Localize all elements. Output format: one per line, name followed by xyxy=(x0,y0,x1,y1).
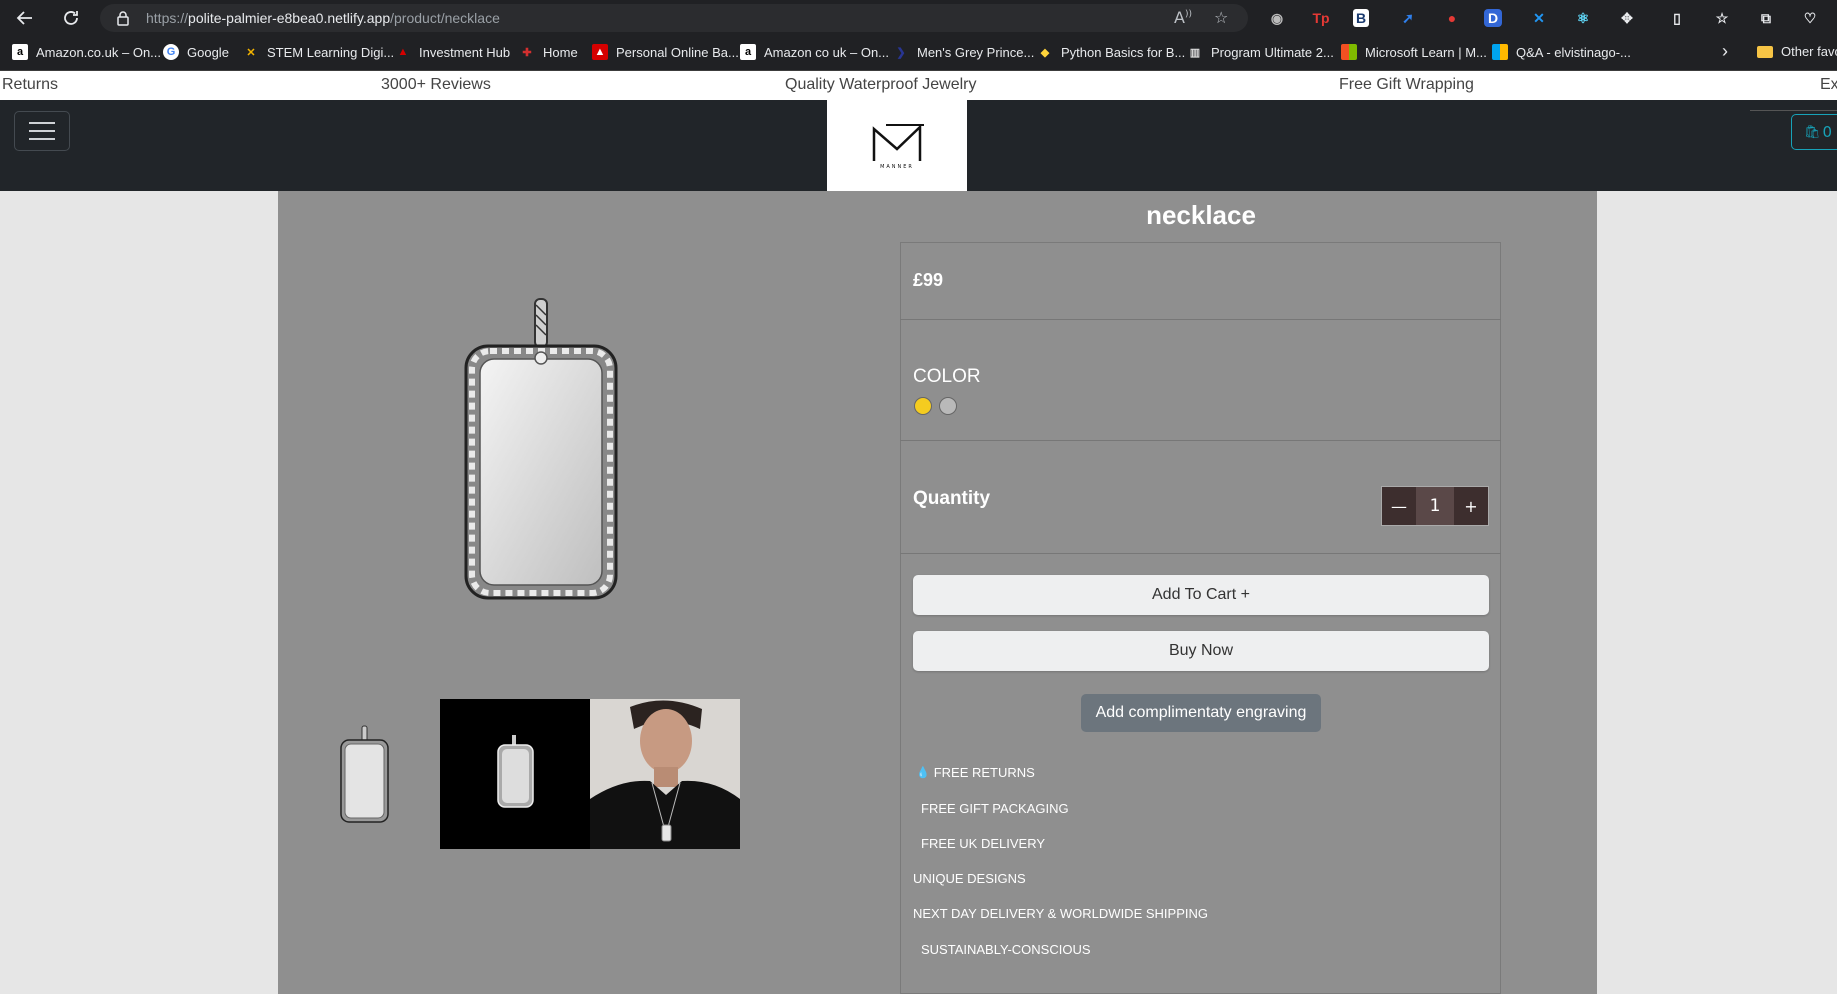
bookmark-program-ultimate[interactable]: ▥ Program Ultimate 2... xyxy=(1187,44,1334,60)
menu-toggle-button[interactable] xyxy=(14,111,70,151)
add-to-cart-button[interactable]: Add To Cart + xyxy=(913,575,1489,615)
bookmark-google[interactable]: G Google xyxy=(163,44,229,60)
browser-essentials-icon[interactable]: ♡ xyxy=(1798,6,1822,30)
product-thumbnail-1[interactable] xyxy=(325,720,405,830)
shop-icon: ❯ xyxy=(896,46,906,59)
cart-icon: 🛍 xyxy=(1804,124,1821,140)
bookmarks-overflow-chevron-icon[interactable]: › xyxy=(1722,41,1728,62)
bookmark-amazon[interactable]: a Amazon.co.uk – On... xyxy=(12,44,161,60)
microsoft-icon xyxy=(1492,44,1508,60)
color-swatch-gold[interactable] xyxy=(914,397,932,415)
droplet-icon: 💧 xyxy=(916,767,930,779)
product-thumbnail-model[interactable] xyxy=(590,699,740,849)
vscode-icon[interactable]: ✕ xyxy=(1527,6,1551,30)
buy-now-button[interactable]: Buy Now xyxy=(913,631,1489,671)
home-icon: ✚ xyxy=(522,46,532,59)
announce-reviews: 3000+ Reviews xyxy=(381,76,491,93)
address-bar[interactable]: https://polite-palmier-e8bea0.netlify.ap… xyxy=(100,4,1248,32)
feature-gift-packaging: FREE GIFT PACKAGING xyxy=(921,801,1069,816)
cart-button[interactable]: 🛍 0 xyxy=(1791,114,1837,150)
logo-text: MANNER xyxy=(880,164,914,170)
bookmark-qa[interactable]: Q&A - elvistinago-... xyxy=(1492,44,1631,60)
feature-free-returns: 💧 FREE RETURNS xyxy=(916,765,1035,780)
bookmarks-bar: a Amazon.co.uk – On... G Google ✕ STEM Lear… xyxy=(0,36,1837,71)
microsoft-icon xyxy=(1341,44,1357,60)
extension-tp-icon[interactable]: Tp xyxy=(1309,6,1333,30)
bookmark-python-basics[interactable]: ◆ Python Basics for B... xyxy=(1037,44,1186,60)
announce-returns: Returns xyxy=(2,76,59,93)
color-swatch-silver[interactable] xyxy=(939,397,957,415)
extension-icon[interactable]: B xyxy=(1353,9,1369,27)
quantity-stepper: — 1 + xyxy=(1381,486,1489,526)
react-icon[interactable]: ⚛ xyxy=(1571,6,1595,30)
announce-gift-wrapping: Free Gift Wrapping xyxy=(1339,76,1474,93)
feature-unique-designs: UNIQUE DESIGNS xyxy=(913,871,1026,886)
feature-next-day-delivery: NEXT DAY DELIVERY & WORLDWIDE SHIPPING xyxy=(913,906,1208,921)
feature-uk-delivery: FREE UK DELIVERY xyxy=(921,836,1046,851)
bookmark-home[interactable]: ✚ Home xyxy=(519,44,577,60)
announcement-bar: Returns 3000+ Reviews Quality Waterproof… xyxy=(0,71,1837,100)
folder-icon xyxy=(1757,45,1773,58)
product-title: necklace xyxy=(1146,200,1256,230)
extension-icon[interactable]: ◉ xyxy=(1265,6,1289,30)
url-text: https://polite-palmier-e8bea0.netlify.ap… xyxy=(146,10,500,26)
python-icon: ◆ xyxy=(1040,46,1050,59)
panel-divider xyxy=(900,440,1501,441)
bookmark-other-favorites[interactable]: Other favo xyxy=(1757,44,1837,59)
announce-waterproof: Quality Waterproof Jewelry xyxy=(785,76,977,93)
extension-d-icon[interactable]: D xyxy=(1484,9,1502,27)
favorite-star-icon[interactable]: ☆ xyxy=(1214,8,1228,27)
bookmark-mens-grey[interactable]: ❯ Men's Grey Prince... xyxy=(893,44,1034,60)
amazon-icon: a xyxy=(12,44,28,60)
cart-count: 0 xyxy=(1822,123,1833,141)
investment-icon: ▲ xyxy=(397,46,409,58)
bookmark-investment-hub[interactable]: ▲ Investment Hub xyxy=(395,44,511,60)
feature-sustainably-conscious: SUSTAINABLY-CONSCIOUS xyxy=(921,942,1091,957)
product-main-image[interactable] xyxy=(440,291,640,611)
site-header: MANNER 🛍 0 xyxy=(0,100,1837,191)
announce-exchange: Exc xyxy=(1820,76,1837,93)
extension-icon[interactable]: ● xyxy=(1440,6,1464,30)
color-label: COLOR xyxy=(913,366,981,387)
nav-divider xyxy=(1750,110,1837,111)
back-icon[interactable] xyxy=(2,0,48,36)
browser-toolbar: https://polite-palmier-e8bea0.netlify.ap… xyxy=(0,0,1837,36)
quantity-label: Quantity xyxy=(913,488,991,509)
bookmark-amazon-2[interactable]: a Amazon co uk – On... xyxy=(740,44,889,60)
favorites-icon[interactable]: ☆ xyxy=(1710,6,1734,30)
bookmark-stem[interactable]: ✕ STEM Learning Digi... xyxy=(243,44,394,60)
quantity-value[interactable]: 1 xyxy=(1416,487,1454,525)
engraving-button[interactable]: Add complimentaty engraving xyxy=(1081,694,1321,732)
stem-icon: ✕ xyxy=(246,46,256,59)
bookmark-microsoft-learn[interactable]: Microsoft Learn | M... xyxy=(1341,44,1487,60)
extension-icon[interactable]: ➚ xyxy=(1396,6,1420,30)
reload-icon[interactable] xyxy=(48,0,94,36)
quantity-decrease-button[interactable]: — xyxy=(1382,487,1416,525)
program-icon: ▥ xyxy=(1189,46,1201,59)
product-thumbnail-2[interactable] xyxy=(440,699,590,849)
amazon-icon: a xyxy=(740,44,756,60)
logo-mark-icon xyxy=(872,124,924,161)
hamburger-icon xyxy=(29,122,55,124)
extensions-puzzle-icon[interactable]: ✥ xyxy=(1615,6,1639,30)
panel-divider xyxy=(900,319,1501,320)
brand-logo[interactable]: MANNER xyxy=(827,100,967,191)
bank-icon: ▲ xyxy=(592,44,608,60)
lock-icon xyxy=(116,10,138,26)
read-aloud-icon[interactable]: A)) xyxy=(1174,8,1192,27)
google-icon: G xyxy=(163,44,179,60)
split-screen-icon[interactable]: ▯ xyxy=(1665,6,1689,30)
product-price: £99 xyxy=(913,270,944,290)
panel-divider xyxy=(900,553,1501,554)
bookmark-personal-banking[interactable]: ▲ Personal Online Ba... xyxy=(592,44,739,60)
quantity-increase-button[interactable]: + xyxy=(1454,487,1488,525)
collections-icon[interactable]: ⧉ xyxy=(1754,6,1778,30)
